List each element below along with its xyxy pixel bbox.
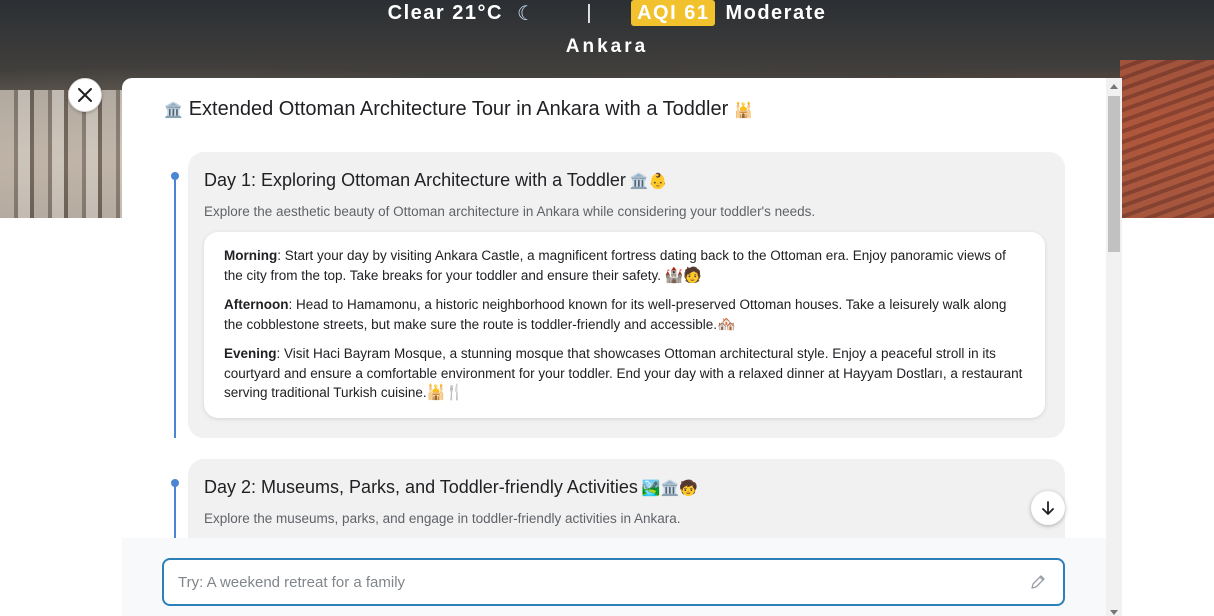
- hero-roofs-right: [1120, 60, 1214, 218]
- city-name: Ankara: [565, 36, 649, 57]
- afternoon-label: Afternoon: [224, 297, 289, 312]
- day-title-1: Day 1: Exploring Ottoman Architecture wi…: [204, 170, 667, 191]
- itinerary-panel: 🏛️ Extended Ottoman Architecture Tour in…: [122, 78, 1122, 616]
- day-title-2-icons: 🏞️🏛️🧒: [641, 478, 698, 497]
- mosque-cutlery-icon: 🕌🍴: [426, 383, 464, 401]
- close-button[interactable]: [68, 78, 102, 112]
- prompt-box: [162, 558, 1065, 606]
- morning-label: Morning: [224, 248, 278, 263]
- evening-activity: Evening: Visit Haci Bayram Mosque, a stu…: [224, 344, 1025, 403]
- scrollbar[interactable]: [1106, 78, 1122, 616]
- close-icon: [78, 88, 92, 102]
- pencil-icon[interactable]: [1029, 573, 1047, 591]
- scrollbar-thumb[interactable]: [1108, 96, 1120, 252]
- houses-icon: 🏘️: [717, 314, 736, 333]
- timeline-line-day2: [174, 483, 176, 543]
- day-title-1-icons: 🏛️👶: [629, 171, 668, 190]
- aqi-badge: AQI 61: [631, 0, 716, 26]
- morning-text: : Start your day by visiting Ankara Cast…: [224, 248, 1006, 283]
- itinerary-title: 🏛️ Extended Ottoman Architecture Tour in…: [164, 98, 753, 121]
- evening-label: Evening: [224, 346, 277, 361]
- mosque-icon: 🕌: [734, 100, 753, 119]
- weather-separator: |: [586, 1, 594, 24]
- weather-condition: Clear 21°C: [387, 1, 503, 24]
- day-title-2-text: Day 2: Museums, Parks, and Toddler-frien…: [204, 477, 638, 497]
- prompt-input[interactable]: [178, 573, 1008, 591]
- morning-activity: Morning: Start your day by visiting Anka…: [224, 246, 1025, 285]
- evening-text: : Visit Haci Bayram Mosque, a stunning m…: [224, 346, 1023, 400]
- hero-buildings-left: [0, 90, 122, 218]
- day-description-2: Explore the museums, parks, and engage i…: [204, 511, 681, 526]
- afternoon-activity: Afternoon: Head to Hamamonu, a historic …: [224, 295, 1025, 334]
- day-card-1: Day 1: Exploring Ottoman Architecture wi…: [188, 152, 1065, 438]
- scroll-down-arrow-icon[interactable]: [1110, 610, 1118, 615]
- landmark-icon: 🏛️: [164, 100, 183, 119]
- day-title-1-text: Day 1: Exploring Ottoman Architecture wi…: [204, 170, 626, 190]
- afternoon-text: : Head to Hamamonu, a historic neighborh…: [224, 297, 1007, 332]
- weather-bar: Clear 21°C ☾ | AQI 61 Moderate: [0, 0, 1214, 28]
- aqi-label: Moderate: [725, 1, 827, 24]
- prompt-area: [122, 538, 1122, 616]
- castle-icon: 🏰🧑: [664, 265, 703, 284]
- scroll-down-button[interactable]: [1031, 491, 1065, 525]
- scroll-up-arrow-icon[interactable]: [1110, 84, 1118, 89]
- timeline-line-day1: [174, 176, 176, 438]
- arrow-down-icon: [1042, 501, 1054, 515]
- day-description-1: Explore the aesthetic beauty of Ottoman …: [204, 204, 816, 219]
- moon-icon: ☾: [516, 2, 537, 25]
- day-details-1: Morning: Start your day by visiting Anka…: [204, 232, 1045, 418]
- day-title-2: Day 2: Museums, Parks, and Toddler-frien…: [204, 477, 698, 498]
- itinerary-title-text: Extended Ottoman Architecture Tour in An…: [188, 98, 729, 120]
